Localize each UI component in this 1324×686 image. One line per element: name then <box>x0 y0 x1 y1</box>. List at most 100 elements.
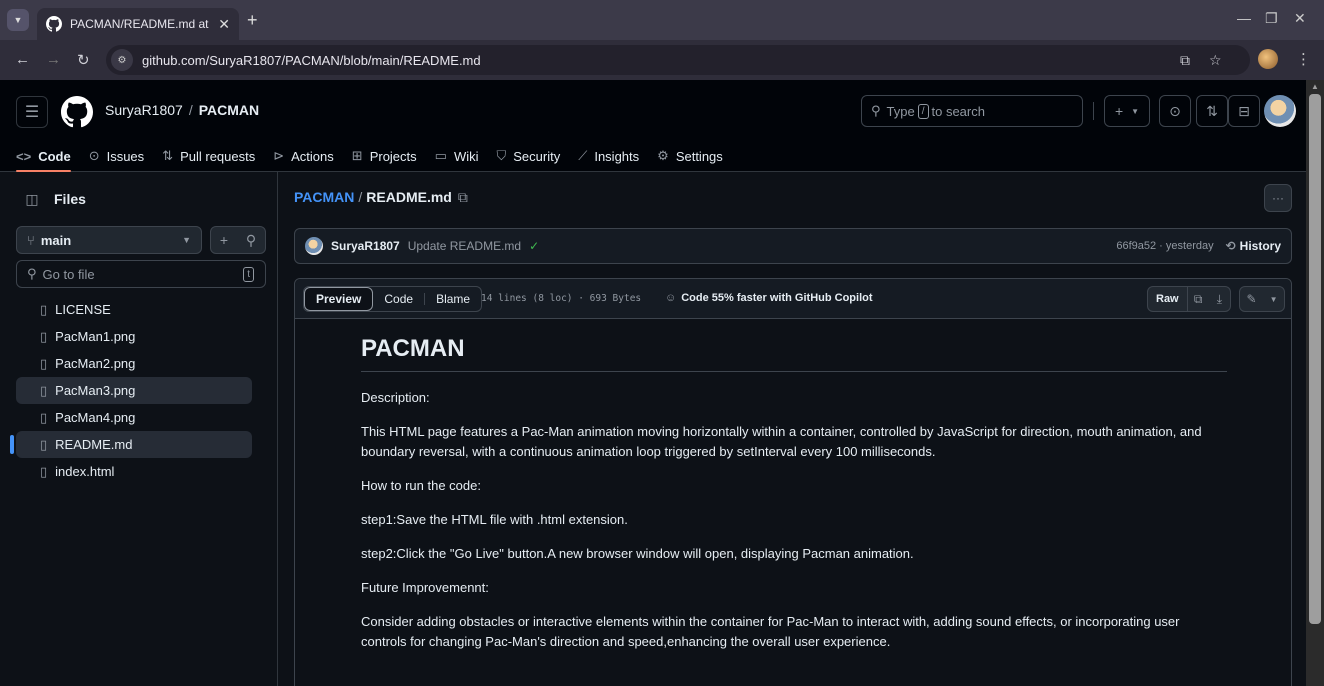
collapse-sidebar-icon[interactable]: ◫ <box>16 184 48 214</box>
github-logo-icon[interactable] <box>61 96 93 128</box>
browser-tab[interactable]: PACMAN/README.md at main ✕ <box>37 8 239 40</box>
browser-toolbar: ← → ↻ ⚙ github.com/SuryaR1807/PACMAN/blo… <box>0 40 1324 80</box>
chevron-down-icon[interactable]: ▼ <box>1270 295 1278 304</box>
latest-commit-bar: SuryaR1807 Update README.md ✓ 66f9a52 · … <box>294 228 1292 264</box>
file-item-pacman3[interactable]: ▯ PacMan3.png <box>16 377 252 404</box>
new-tab-icon[interactable]: + <box>247 10 258 31</box>
repo-nav: <> Code ⊙ Issues ⇅ Pull requests ⊳ Actions ⊞… <box>16 140 741 172</box>
tab-wiki[interactable]: ▭ Wiki <box>435 140 479 172</box>
breadcrumb-separator: / <box>358 189 363 205</box>
copilot-icon: ☺ <box>665 292 677 304</box>
back-icon[interactable]: ← <box>15 51 30 68</box>
file-item-pacman1[interactable]: ▯ PacMan1.png <box>16 323 252 350</box>
copilot-promo-link[interactable]: ☺ Code 55% faster with GitHub Copilot <box>665 292 873 304</box>
header-divider <box>1093 102 1094 120</box>
browser-menu-icon[interactable]: ⋮ <box>1296 50 1311 68</box>
file-stats: 14 lines (8 loc) · 693 Bytes <box>481 293 642 304</box>
tab-pull-requests[interactable]: ⇅ Pull requests <box>162 140 255 172</box>
file-item-license[interactable]: ▯ LICENSE <box>16 296 252 323</box>
tab-search-chevron-icon[interactable]: ▼ <box>7 9 29 31</box>
branch-name: main <box>40 232 72 248</box>
tab-actions[interactable]: ⊳ Actions <box>273 140 334 172</box>
blame-button[interactable]: Blame <box>425 287 481 311</box>
tab-code[interactable]: <> Code <box>16 140 71 172</box>
tab-issues[interactable]: ⊙ Issues <box>89 140 144 172</box>
file-header: Preview Code Blame 14 lines (8 loc) · 69… <box>295 279 1291 319</box>
pull-requests-button[interactable]: ⇅ <box>1196 95 1228 127</box>
tab-security[interactable]: ⛉ Security <box>497 140 561 172</box>
page-scrollbar[interactable]: ▲ <box>1306 80 1324 686</box>
graph-icon: ⟋ <box>578 148 588 163</box>
file-icon: ▯ <box>40 301 48 317</box>
create-new-button[interactable]: + ▼ <box>1104 95 1150 127</box>
github-favicon-icon <box>46 16 62 32</box>
file-item-index-html[interactable]: ▯ index.html <box>16 458 252 485</box>
scrollbar-thumb[interactable] <box>1309 94 1321 624</box>
copy-icon[interactable]: ⧉ <box>1188 292 1209 307</box>
file-item-pacman2[interactable]: ▯ PacMan2.png <box>16 350 252 377</box>
search-input[interactable]: ⚲ Type / to search <box>861 95 1083 127</box>
download-icon[interactable]: ⤓ <box>1209 292 1230 307</box>
commit-meta[interactable]: 66f9a52 · yesterday <box>1116 240 1213 252</box>
commit-author-avatar[interactable] <box>305 237 323 255</box>
pull-request-icon: ⇅ <box>1206 102 1218 119</box>
check-icon: ✓ <box>529 239 540 253</box>
commit-message[interactable]: Update README.md <box>408 239 521 253</box>
address-bar[interactable]: ⚙ github.com/SuryaR1807/PACMAN/blob/main… <box>106 45 1250 75</box>
readme-paragraph: Description: <box>361 390 430 405</box>
forward-icon[interactable]: → <box>46 51 61 68</box>
branch-selector[interactable]: ⑂ main ▼ <box>16 226 202 254</box>
table-icon: ⊞ <box>351 148 363 163</box>
window-close-icon[interactable]: ✕ <box>1294 10 1306 27</box>
edit-actions: ✎ ▼ <box>1239 286 1285 312</box>
scroll-up-icon[interactable]: ▲ <box>1311 82 1319 91</box>
readme-paragraph: Consider adding obstacles or interactive… <box>361 614 1180 649</box>
issues-button[interactable]: ⊙ <box>1159 95 1191 127</box>
readme-paragraph: How to run the code: <box>361 478 481 493</box>
file-item-pacman4[interactable]: ▯ PacMan4.png <box>16 404 252 431</box>
tab-settings[interactable]: ⚙ Settings <box>657 140 723 172</box>
history-button[interactable]: ⟲ History <box>1226 239 1281 253</box>
add-search-buttons: + ⚲ <box>210 226 266 254</box>
minimize-icon[interactable]: — <box>1237 10 1251 26</box>
install-app-icon[interactable]: ⧉ <box>1180 52 1190 69</box>
repo-path: SuryaR1807 / PACMAN <box>105 102 259 118</box>
preview-button[interactable]: Preview <box>304 287 374 311</box>
inbox-button[interactable]: ⊟ <box>1228 95 1260 127</box>
commit-author[interactable]: SuryaR1807 <box>331 239 400 253</box>
repo-name-link[interactable]: PACMAN <box>199 102 259 118</box>
copy-path-icon[interactable]: ⧉ <box>458 189 468 205</box>
plus-icon: + <box>1114 103 1124 119</box>
reload-icon[interactable]: ↻ <box>77 51 90 69</box>
tab-projects[interactable]: ⊞ Projects <box>352 140 417 172</box>
code-icon: <> <box>16 148 32 164</box>
github-header: ☰ SuryaR1807/PACMAN ⚲ Type / to search + ▼ … <box>0 80 1306 172</box>
menu-icon[interactable]: ☰ <box>16 96 48 128</box>
breadcrumb-repo-link[interactable]: PACMAN <box>294 189 354 205</box>
more-options-icon[interactable]: ··· <box>1264 184 1292 212</box>
search-shortcut-key: / <box>917 103 929 119</box>
repo-owner-link[interactable]: SuryaR1807 <box>105 102 183 118</box>
user-avatar[interactable] <box>1264 95 1296 127</box>
tab-insights[interactable]: ⟋ Insights <box>578 140 639 172</box>
go-to-file-input[interactable]: ⚲ Go to file t <box>16 260 266 288</box>
site-info-icon[interactable]: ⚙ <box>111 49 133 71</box>
restore-icon[interactable]: ❐ <box>1265 10 1278 27</box>
bookmark-star-icon[interactable]: ☆ <box>1209 52 1222 69</box>
add-file-icon[interactable]: + <box>220 232 228 248</box>
search-files-icon[interactable]: ⚲ <box>246 232 256 249</box>
go-to-file-shortcut: t <box>243 267 254 282</box>
readme-paragraph: Future Improvemennt: <box>361 580 489 595</box>
file-item-readme[interactable]: ▯ README.md <box>10 431 252 458</box>
readme-content: PACMAN Description: This HTML page featu… <box>361 335 1227 666</box>
chevron-down-icon: ▼ <box>182 235 191 245</box>
file-icon: ▯ <box>40 436 48 452</box>
code-button[interactable]: Code <box>373 287 424 311</box>
branch-icon: ⑂ <box>27 232 35 248</box>
raw-button[interactable]: Raw <box>1148 287 1188 311</box>
inbox-icon: ⊟ <box>1238 102 1250 119</box>
pencil-icon[interactable]: ✎ <box>1247 292 1257 306</box>
profile-avatar[interactable] <box>1258 49 1278 69</box>
readme-paragraph: step2:Click the "Go Live" button.A new b… <box>361 546 914 561</box>
tab-close-icon[interactable]: ✕ <box>218 16 230 33</box>
